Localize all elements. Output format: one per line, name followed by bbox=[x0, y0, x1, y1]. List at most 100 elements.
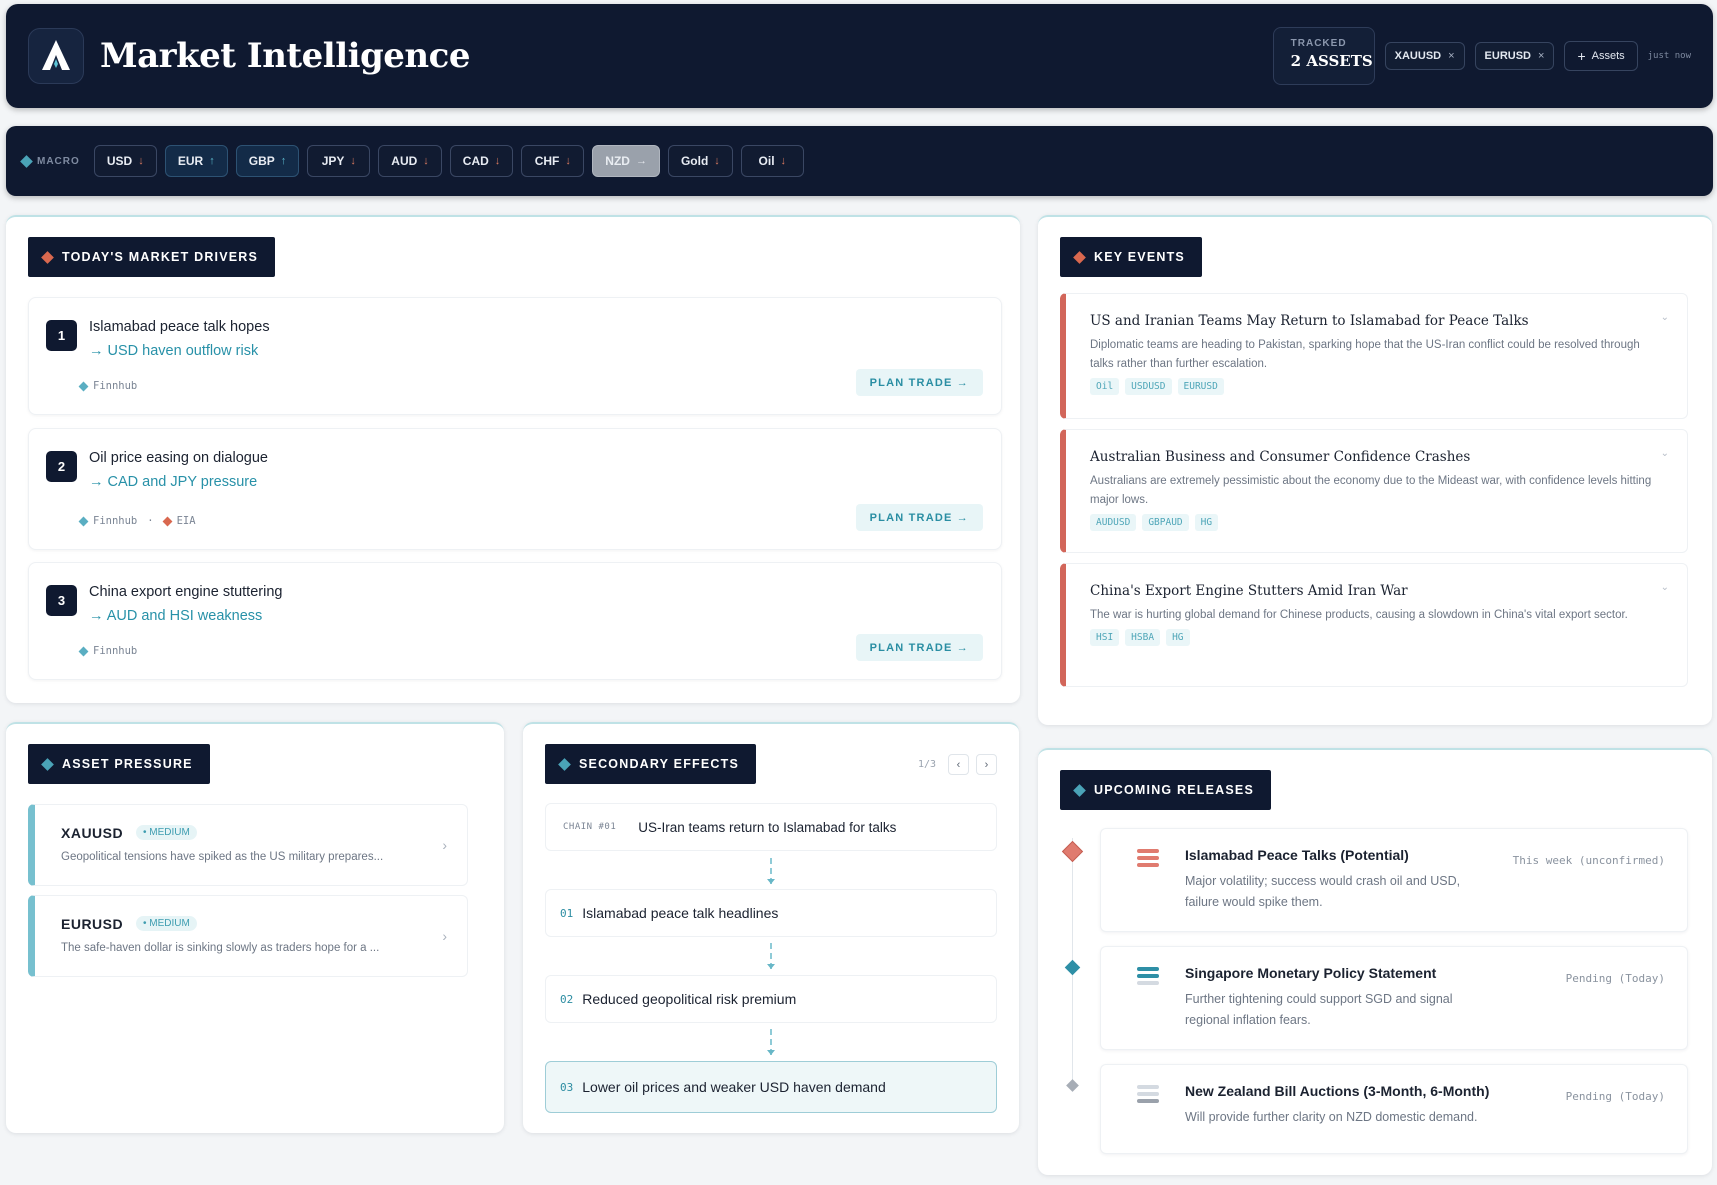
chip-code: EUR bbox=[177, 154, 204, 168]
macro-chip-gbp[interactable]: GBP ↑ bbox=[235, 145, 300, 177]
arrow-down-icon: ↓ bbox=[780, 155, 787, 167]
diamond-icon bbox=[1073, 783, 1086, 797]
chip-code: CHF bbox=[534, 154, 560, 168]
driver-card: 2 Oil price easing on dialogue → CAD and… bbox=[28, 428, 1002, 550]
pager-count: 1/3 bbox=[917, 759, 936, 770]
timeline-diamond-high bbox=[1061, 840, 1084, 863]
asset-pressure-card[interactable]: EURUSD • MEDIUM The safe-haven dollar is… bbox=[28, 895, 468, 977]
arrow-down-icon bbox=[767, 879, 775, 884]
event-tag: EURUSD bbox=[1177, 378, 1224, 395]
macro-chip-eur[interactable]: EUR ↑ bbox=[164, 145, 228, 177]
panel-heading-text: UPCOMING RELEASES bbox=[1094, 783, 1254, 797]
chip-code: AUD bbox=[391, 154, 418, 168]
tracked-value: 2 ASSETS bbox=[1290, 52, 1373, 70]
event-card[interactable]: China's Export Engine Stutters Amid Iran… bbox=[1060, 563, 1688, 687]
event-tags: AUDUSD GBPAUD HG bbox=[1090, 514, 1663, 531]
release-title: Singapore Monetary Policy Statement bbox=[1185, 965, 1437, 981]
pressure-badge: • MEDIUM bbox=[136, 916, 197, 931]
event-card[interactable]: US and Iranian Teams May Return to Islam… bbox=[1060, 293, 1688, 419]
arrow-down-icon bbox=[767, 964, 775, 969]
panel-heading: UPCOMING RELEASES bbox=[1060, 770, 1271, 810]
panel-heading-text: TODAY'S MARKET DRIVERS bbox=[62, 250, 259, 264]
importance-low-icon bbox=[1137, 1085, 1159, 1106]
driver-sources: Finnhub · EIA bbox=[78, 515, 196, 527]
chip-code: JPY bbox=[321, 154, 345, 168]
diamond-icon bbox=[558, 757, 571, 771]
app-header: Market Intelligence TRACKED 2 ASSETS XAU… bbox=[6, 4, 1713, 108]
macro-chip-aud[interactable]: AUD ↓ bbox=[378, 145, 442, 177]
release-card: Islamabad Peace Talks (Potential) Major … bbox=[1100, 828, 1688, 932]
source-label: Finnhub bbox=[93, 380, 138, 392]
secondary-effects-panel: SECONDARY EFFECTS 1/3 ‹ › CHAIN #01 US-I… bbox=[523, 722, 1019, 1133]
plan-trade-button[interactable]: PLAN TRADE → bbox=[855, 504, 983, 531]
diamond-icon bbox=[41, 757, 54, 771]
chip-code: NZD bbox=[605, 154, 630, 168]
chevron-down-icon[interactable]: ⌄ bbox=[1661, 448, 1669, 459]
release-time: Pending (Today) bbox=[1565, 972, 1665, 985]
chip-code: USD bbox=[106, 154, 133, 168]
macro-label: MACRO bbox=[20, 154, 80, 168]
asset-desc: The safe-haven dollar is sinking slowly … bbox=[61, 942, 380, 954]
app-title: Market Intelligence bbox=[100, 36, 470, 76]
remove-asset-icon[interactable]: × bbox=[1538, 50, 1544, 62]
step-number: 02 bbox=[560, 992, 574, 1006]
arrow-down-icon: ↓ bbox=[565, 155, 571, 167]
chip-code: Gold bbox=[680, 154, 709, 168]
add-assets-label: Assets bbox=[1591, 50, 1625, 62]
app-logo bbox=[28, 28, 84, 84]
event-tag: Oil bbox=[1090, 378, 1120, 395]
chevron-down-icon[interactable]: ⌄ bbox=[1661, 312, 1669, 323]
asset-symbol: XAUUSD bbox=[61, 825, 124, 841]
next-chain-button[interactable]: › bbox=[976, 754, 997, 775]
source-label: Finnhub bbox=[93, 645, 138, 657]
macro-chip-nzd[interactable]: NZD → bbox=[592, 145, 660, 177]
macro-chip-oil[interactable]: Oil ↓ bbox=[740, 145, 804, 177]
asset-chip-label: EURUSD bbox=[1484, 50, 1531, 62]
chevron-down-icon[interactable]: ⌄ bbox=[1661, 582, 1669, 593]
asset-chip-xauusd: XAUUSD × bbox=[1384, 42, 1465, 70]
macro-chip-usd[interactable]: USD ↓ bbox=[93, 145, 157, 177]
event-tags: HSI HSBA HG bbox=[1090, 629, 1663, 646]
step-label: Reduced geopolitical risk premium bbox=[582, 991, 797, 1007]
chain-header: CHAIN #01 US-Iran teams return to Islama… bbox=[545, 803, 997, 851]
event-tags: Oil USDUSD EURUSD bbox=[1090, 378, 1663, 395]
event-tag: USDUSD bbox=[1125, 378, 1172, 395]
macro-chip-cad[interactable]: CAD ↓ bbox=[449, 145, 514, 177]
macro-chip-jpy[interactable]: JPY ↓ bbox=[307, 145, 371, 177]
macro-chip-gold[interactable]: Gold ↓ bbox=[667, 145, 733, 177]
arrow-down-icon: ↓ bbox=[423, 155, 429, 167]
event-tag: AUDUSD bbox=[1090, 514, 1137, 531]
prev-chain-button[interactable]: ‹ bbox=[948, 754, 969, 775]
tracked-assets-counter: TRACKED 2 ASSETS bbox=[1272, 27, 1375, 85]
asset-chip-label: XAUUSD bbox=[1394, 50, 1442, 62]
macro-chip-chf[interactable]: CHF ↓ bbox=[521, 145, 585, 177]
remove-asset-icon[interactable]: × bbox=[1448, 50, 1454, 62]
asset-pressure-card[interactable]: XAUUSD • MEDIUM Geopolitical tensions ha… bbox=[28, 804, 468, 886]
event-title: Australian Business and Consumer Confide… bbox=[1090, 449, 1471, 465]
source-label: Finnhub bbox=[93, 515, 138, 527]
market-drivers-panel: TODAY'S MARKET DRIVERS 1 Islamabad peace… bbox=[6, 215, 1020, 703]
panel-heading: SECONDARY EFFECTS bbox=[545, 744, 756, 784]
chain-step: 01 Islamabad peace talk headlines bbox=[545, 889, 997, 937]
chain-pager: 1/3 ‹ › bbox=[918, 754, 997, 775]
source-separator: · bbox=[147, 515, 154, 527]
macro-bar: MACRO USD ↓ EUR ↑ GBP ↑ JPY ↓ AUD ↓ CAD ↓ CHF ↓… bbox=[6, 126, 1713, 196]
add-assets-button[interactable]: + Assets bbox=[1564, 41, 1638, 71]
upcoming-releases-panel: UPCOMING RELEASES Islamabad Peace Talks … bbox=[1038, 748, 1712, 1175]
panel-heading-text: ASSET PRESSURE bbox=[62, 757, 193, 771]
diamond-icon bbox=[1073, 250, 1086, 264]
plan-trade-button[interactable]: PLAN TRADE → bbox=[855, 369, 983, 396]
event-tag: GBPAUD bbox=[1142, 514, 1189, 531]
release-desc: Further tightening could support SGD and… bbox=[1185, 992, 1453, 1027]
driver-card: 1 Islamabad peace talk hopes → USD haven… bbox=[28, 297, 1002, 415]
panel-heading: KEY EVENTS bbox=[1060, 237, 1202, 277]
chain-step: 02 Reduced geopolitical risk premium bbox=[545, 975, 997, 1023]
event-card[interactable]: Australian Business and Consumer Confide… bbox=[1060, 429, 1688, 553]
driver-number: 3 bbox=[46, 585, 77, 616]
step-number: 01 bbox=[560, 906, 574, 920]
plan-trade-button[interactable]: PLAN TRADE → bbox=[855, 634, 983, 661]
last-updated: just now bbox=[1647, 51, 1691, 61]
driver-impact: → CAD and JPY pressure bbox=[89, 474, 258, 490]
driver-title: Oil price easing on dialogue bbox=[89, 450, 268, 466]
arrow-down-icon: ↓ bbox=[494, 155, 501, 167]
